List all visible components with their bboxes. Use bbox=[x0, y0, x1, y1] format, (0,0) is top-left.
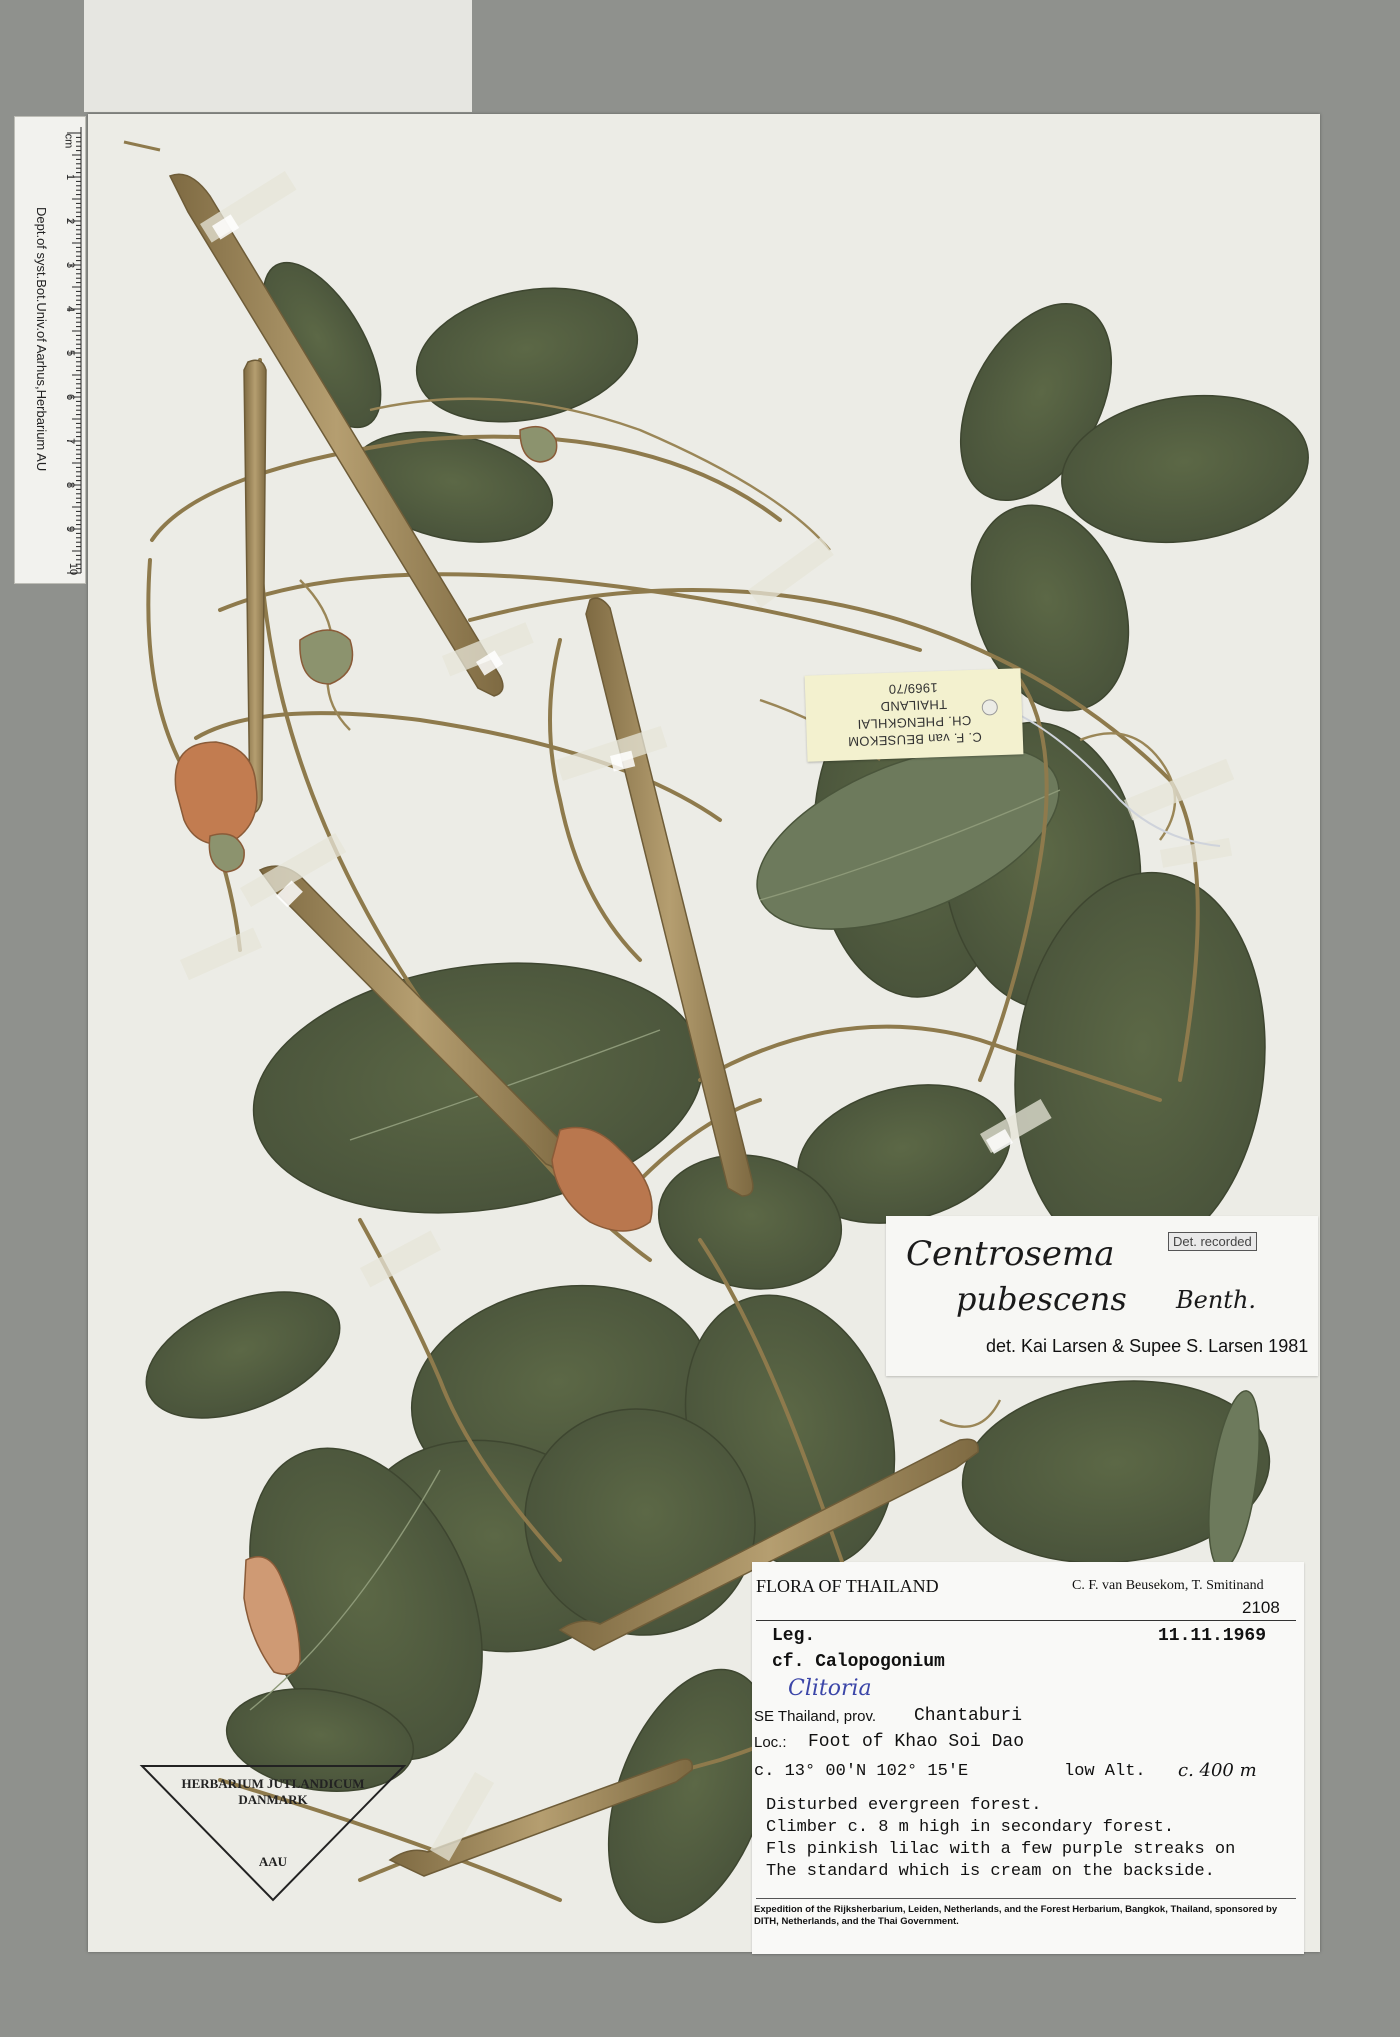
label-locality: Foot of Khao Soi Dao bbox=[808, 1732, 1025, 1752]
label-date: 11.11.1969 bbox=[1158, 1626, 1267, 1646]
seed-pod bbox=[243, 359, 267, 814]
bud bbox=[208, 833, 245, 873]
label-description-line: Fls pinkish lilac with a few purple stre… bbox=[766, 1840, 1236, 1859]
leaf bbox=[415, 287, 639, 423]
leaf bbox=[145, 1291, 341, 1419]
stamp-code: AAU bbox=[258, 1854, 288, 1869]
label-description-line: Climber c. 8 m high in secondary forest. bbox=[766, 1818, 1175, 1837]
collector-tag: C. F. van BEUSEKOM CH. PHENGKHLAI THAILA… bbox=[804, 668, 1024, 762]
label-province: Chantaburi bbox=[914, 1706, 1023, 1726]
det-species: pubescens bbox=[956, 1280, 1127, 1318]
det-recorded-stamp: Det. recorded bbox=[1168, 1232, 1257, 1251]
stamp-line: HERBARIUM JUTLANDICUM bbox=[181, 1776, 365, 1791]
label-collectors: C. F. van Beusekom, T. Smitinand bbox=[1072, 1578, 1264, 1593]
herbarium-stamp: HERBARIUM JUTLANDICUM DANMARK AAU bbox=[138, 1762, 408, 1904]
label-prior-identification: cf. Calopogonium bbox=[772, 1652, 945, 1672]
stamp-line: DANMARK bbox=[238, 1792, 308, 1807]
specimen-label: FLORA OF THAILAND C. F. van Beusekom, T.… bbox=[752, 1562, 1304, 1954]
label-region: SE Thailand, prov. bbox=[754, 1708, 877, 1725]
label-coordinates: c. 13° 00'N 102° 15'E bbox=[754, 1762, 969, 1781]
label-altitude: c. 400 m bbox=[1178, 1760, 1257, 1781]
label-description-line: The standard which is cream on the backs… bbox=[766, 1862, 1215, 1881]
label-loc-heading: Loc.: bbox=[754, 1734, 787, 1751]
det-genus: Centrosema bbox=[906, 1234, 1115, 1274]
label-flora: FLORA OF THAILAND bbox=[756, 1576, 939, 1596]
flower bbox=[174, 741, 258, 846]
label-altitude-heading: low Alt. bbox=[1064, 1762, 1146, 1781]
label-divider bbox=[756, 1620, 1296, 1621]
label-description-line: Disturbed evergreen forest. bbox=[766, 1796, 1042, 1815]
determination-slip: Centrosema pubescens Benth. Det. recorde… bbox=[886, 1216, 1318, 1376]
bud bbox=[519, 425, 558, 463]
label-collection-number: 2108 bbox=[1242, 1598, 1280, 1617]
label-leg: Leg. bbox=[772, 1626, 816, 1646]
bud bbox=[299, 629, 354, 685]
det-determiner: det. Kai Larsen & Supee S. Larsen 1981 bbox=[986, 1336, 1309, 1356]
det-author: Benth. bbox=[1176, 1286, 1257, 1314]
label-footer: Expedition of the Rijksherbarium, Leiden… bbox=[754, 1904, 1278, 1927]
label-handwritten-identification: Clitoria bbox=[788, 1676, 872, 1701]
label-divider bbox=[756, 1898, 1296, 1899]
